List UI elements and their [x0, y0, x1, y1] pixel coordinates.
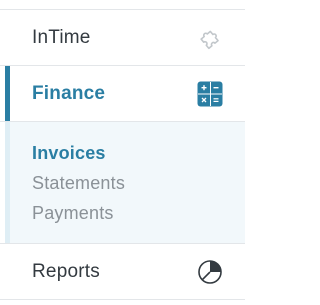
- sidebar-item-label: Finance: [32, 83, 106, 104]
- calculator-icon: [197, 81, 223, 107]
- sidebar-item-label: InTime: [32, 26, 91, 48]
- sidebar-item-reports[interactable]: Reports: [0, 244, 245, 299]
- submenu-item-payments[interactable]: Payments: [32, 202, 114, 224]
- sidebar-item-finance[interactable]: Finance: [0, 66, 245, 122]
- submenu-item-invoices[interactable]: Invoices: [32, 142, 106, 164]
- finance-submenu: Invoices Statements Payments: [5, 122, 245, 243]
- submenu-item-statements[interactable]: Statements: [32, 172, 125, 194]
- puzzle-icon: [199, 26, 223, 50]
- divider: [0, 299, 245, 300]
- pie-chart-icon: [197, 259, 223, 285]
- sidebar-nav: InTime Finance Invoices Statements Payme…: [0, 0, 245, 305]
- sidebar-item-label: Reports: [32, 260, 100, 282]
- submenu-edge: [5, 122, 10, 243]
- sidebar-item-intime[interactable]: InTime: [0, 10, 245, 65]
